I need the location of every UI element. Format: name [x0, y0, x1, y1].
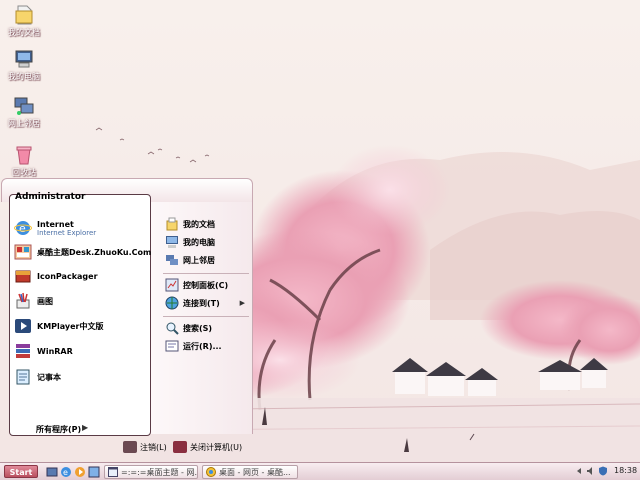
taskbar-window-button[interactable]: 桌面 - 网页 - 桌酷...: [202, 465, 298, 479]
my-computer-icon: [166, 236, 178, 248]
recycle-bin-icon: [16, 146, 32, 165]
logoff-icon: [123, 441, 137, 453]
logoff-label: 注销(L): [140, 442, 167, 452]
start-menu-right-pane: 我的文档 我的电脑 网上邻居 控制面板(C) 连接到(T) ▶ 搜索(S) 运行…: [151, 202, 253, 434]
all-programs-arrow-icon: ▶: [82, 423, 89, 432]
start-right-run[interactable]: 运行(R)...: [165, 338, 253, 354]
start-item-internet-explorer[interactable]: e Internet Internet Explorer: [14, 217, 148, 239]
volume-icon[interactable]: [586, 466, 596, 476]
iconpackager-icon: [15, 270, 31, 283]
svg-text:e: e: [63, 468, 68, 477]
menu-item-label: 连接到(T): [183, 298, 220, 308]
start-right-control-panel[interactable]: 控制面板(C): [165, 277, 253, 293]
desktop-icon-label: 网上邻居: [8, 119, 40, 128]
kmplayer-icon: [15, 319, 31, 333]
shutdown-label: 关闭计算机(U): [190, 442, 243, 452]
menu-item-label: 我的电脑: [183, 237, 215, 247]
show-desktop-icon[interactable]: [46, 466, 58, 478]
menu-item-title: 画图: [37, 296, 53, 306]
desktop-icon-my-computer[interactable]: 我的电脑: [2, 48, 46, 82]
network-places-icon: [14, 97, 34, 115]
my-computer-icon: [15, 50, 33, 68]
run-icon: [165, 340, 179, 352]
clock: 18:38: [614, 466, 638, 475]
network-places-icon: [166, 255, 178, 265]
start-right-network[interactable]: 网上邻居: [165, 252, 253, 268]
winrar-icon: [16, 344, 30, 358]
connect-to-icon: [165, 296, 179, 310]
start-right-search[interactable]: 搜索(S): [165, 320, 253, 336]
desktop-icon-recycle-bin[interactable]: 回收站: [2, 144, 46, 178]
all-programs-button[interactable]: 所有程序(P): [36, 424, 81, 435]
start-item-notepad[interactable]: 记事本: [14, 367, 148, 387]
menu-item-label: 搜索(S): [183, 323, 213, 333]
paint-icon: [16, 292, 30, 309]
menu-item-title: IconPackager: [37, 271, 98, 281]
svg-text:e: e: [19, 222, 26, 235]
quick-launch-icon[interactable]: [88, 466, 100, 478]
menu-item-subtitle: Internet Explorer: [37, 228, 97, 237]
shutdown-button[interactable]: 关闭计算机(U): [173, 441, 242, 453]
menu-item-title: Internet: [37, 219, 74, 229]
menu-item-title: 桌酷主题Desk.ZhuoKu.Com: [37, 247, 152, 257]
internet-explorer-icon[interactable]: e: [60, 466, 72, 478]
internet-explorer-icon: e: [14, 221, 32, 235]
start-menu-footer: 注销(L) 关闭计算机(U): [119, 438, 253, 456]
logoff-button[interactable]: 注销(L): [123, 441, 167, 453]
taskbar: Start e =:=:=桌面主题 - 网... 桌面 - 网页 - 桌酷...…: [0, 462, 640, 480]
shutdown-icon: [173, 441, 187, 453]
menu-separator: [163, 273, 249, 274]
tray-arrow-icon[interactable]: [574, 466, 584, 476]
menu-item-title: 记事本: [37, 372, 61, 382]
start-item-kmplayer[interactable]: KMPlayer中文版: [14, 316, 148, 336]
desktop-icon-label: 我的文档: [8, 28, 40, 37]
my-documents-icon: [166, 217, 178, 231]
menu-item-label: 我的文档: [183, 219, 215, 229]
menu-separator: [163, 316, 249, 317]
browser-icon: [206, 467, 216, 477]
start-item-iconpackager[interactable]: IconPackager: [14, 266, 148, 286]
desktop-icon-label: 我的电脑: [8, 72, 40, 81]
control-panel-icon: [165, 278, 179, 292]
start-menu: 我的文档 我的电脑 网上邻居 控制面板(C) 连接到(T) ▶ 搜索(S) 运行…: [1, 178, 253, 458]
zhuoku-theme-icon: [14, 244, 32, 260]
security-shield-icon[interactable]: [598, 466, 608, 476]
start-item-paint[interactable]: 画图: [14, 291, 148, 311]
start-item-zhuoku[interactable]: 桌酷主题Desk.ZhuoKu.Com: [14, 242, 152, 262]
taskbar-window-button[interactable]: =:=:=桌面主题 - 网...: [104, 465, 198, 479]
start-menu-left-pane: e Internet Internet Explorer 桌酷主题Desk.Zh…: [9, 194, 151, 436]
menu-item-label: 运行(R)...: [183, 341, 222, 351]
search-icon: [166, 322, 179, 335]
task-label: =:=:=桌面主题 - 网...: [121, 467, 198, 477]
start-right-my-computer[interactable]: 我的电脑: [165, 234, 253, 250]
start-right-my-documents[interactable]: 我的文档: [165, 216, 253, 232]
window-icon: [108, 467, 118, 477]
menu-item-label: 网上邻居: [183, 255, 215, 265]
start-item-winrar[interactable]: WinRAR: [14, 341, 148, 361]
notepad-icon: [16, 369, 30, 385]
desktop-icon-network[interactable]: 网上邻居: [2, 95, 46, 129]
user-name: Administrator: [15, 192, 86, 202]
my-documents-icon: [15, 5, 33, 25]
start-button[interactable]: Start: [4, 465, 38, 478]
submenu-arrow-icon: ▶: [239, 299, 245, 307]
media-player-icon[interactable]: [74, 466, 86, 478]
menu-item-label: 控制面板(C): [183, 280, 229, 290]
menu-item-title: KMPlayer中文版: [37, 321, 104, 331]
menu-item-title: WinRAR: [37, 346, 73, 356]
desktop-icon-label: 回收站: [12, 168, 36, 177]
task-label: 桌面 - 网页 - 桌酷...: [219, 467, 291, 477]
start-right-connect-to[interactable]: 连接到(T) ▶: [165, 295, 253, 311]
desktop-icon-my-documents[interactable]: 我的文档: [2, 4, 46, 38]
